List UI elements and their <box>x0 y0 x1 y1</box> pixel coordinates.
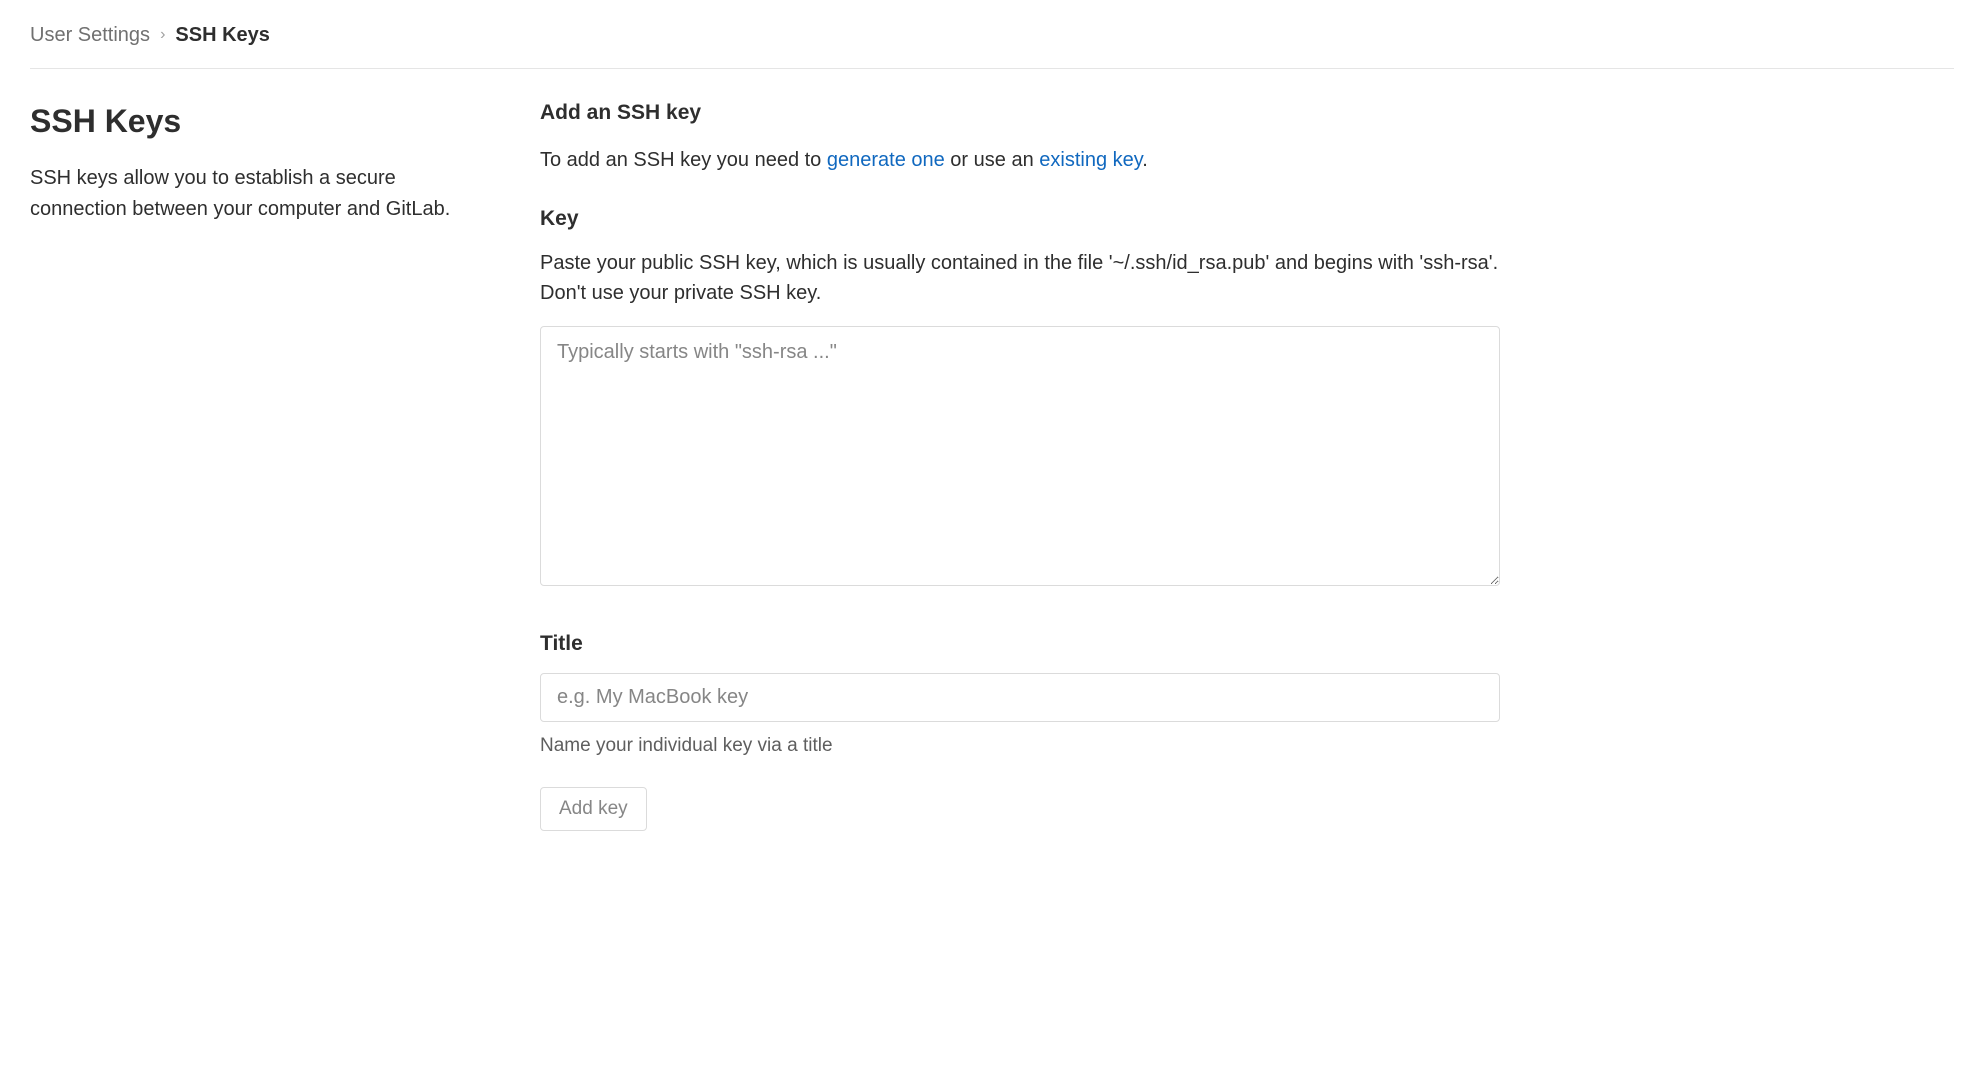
breadcrumb-parent[interactable]: User Settings <box>30 20 150 50</box>
page-title: SSH Keys <box>30 97 460 145</box>
intro-text-suffix: . <box>1142 149 1148 171</box>
chevron-right-icon: › <box>160 23 165 47</box>
main-panel: Add an SSH key To add an SSH key you nee… <box>540 97 1500 831</box>
content: SSH Keys SSH keys allow you to establish… <box>30 97 1954 831</box>
add-key-button[interactable]: Add key <box>540 787 647 831</box>
title-label: Title <box>540 628 1500 660</box>
title-hint: Name your individual key via a title <box>540 732 1500 761</box>
existing-key-link[interactable]: existing key <box>1039 149 1142 171</box>
settings-sidebar: SSH Keys SSH keys allow you to establish… <box>30 97 460 831</box>
intro-text-mid: or use an <box>945 149 1040 171</box>
add-ssh-key-intro: To add an SSH key you need to generate o… <box>540 145 1500 175</box>
add-ssh-key-heading: Add an SSH key <box>540 97 1500 129</box>
key-help-text: Paste your public SSH key, which is usua… <box>540 248 1500 308</box>
generate-one-link[interactable]: generate one <box>827 149 945 171</box>
intro-text-prefix: To add an SSH key you need to <box>540 149 827 171</box>
breadcrumb: User Settings › SSH Keys <box>30 20 1954 69</box>
title-input[interactable] <box>540 673 1500 722</box>
key-label: Key <box>540 203 1500 235</box>
page-description: SSH keys allow you to establish a secure… <box>30 163 460 225</box>
breadcrumb-current: SSH Keys <box>175 20 270 50</box>
ssh-key-textarea[interactable] <box>540 326 1500 586</box>
